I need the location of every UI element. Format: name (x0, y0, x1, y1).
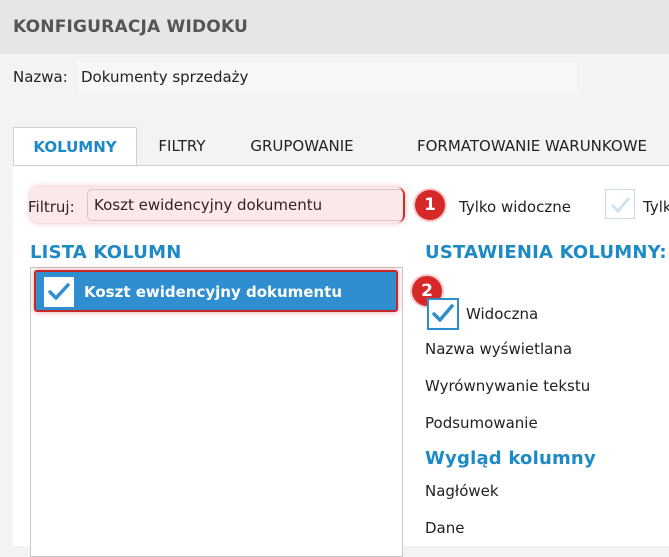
list-item-label: Koszt ewidencyjny dokumentu (84, 283, 342, 301)
appearance-title: Wygląd kolumny (425, 448, 596, 469)
summary-label: Podsumowanie (425, 414, 538, 432)
display-name-label: Nazwa wyświetlana (425, 340, 573, 358)
data-label: Dane (425, 519, 465, 537)
tab-columns[interactable]: KOLUMNY (13, 127, 137, 167)
filter-input[interactable]: Koszt ewidencyjny dokumentu (87, 189, 405, 221)
name-input[interactable]: Dokumenty sprzedaży (77, 62, 577, 92)
tab-grouping[interactable]: GRUPOWANIE (228, 127, 376, 166)
list-item-checkbox[interactable] (44, 277, 74, 307)
tab-filters[interactable]: FILTRY (140, 127, 224, 166)
column-settings-title: USTAWIENIA KOLUMNY: (425, 242, 667, 263)
header-label: Nagłówek (425, 482, 499, 500)
checkmark-icon (48, 283, 70, 300)
dialog-title: KONFIGURACJA WIDOKU (13, 17, 249, 37)
checkmark-icon (432, 304, 454, 322)
tab-conditional-formatting[interactable]: FORMATOWANIE WARUNKOWE (392, 127, 669, 166)
filter-label: Filtruj: (28, 198, 75, 216)
visible-checkbox[interactable] (427, 298, 459, 330)
column-list-title: LISTA KOLUMN (30, 242, 182, 263)
visible-label: Widoczna (466, 305, 539, 323)
second-option-label: Tylk (643, 198, 669, 216)
text-alignment-label: Wyrównywanie tekstu (425, 377, 591, 395)
annotation-badge-1: 1 (415, 190, 445, 220)
list-item[interactable]: Koszt ewidencyjny dokumentu (34, 270, 398, 312)
name-label: Nazwa: (13, 68, 68, 86)
only-visible-label: Tylko widoczne (459, 198, 571, 216)
checkmark-icon (610, 197, 631, 214)
second-option-checkbox[interactable] (605, 189, 635, 219)
